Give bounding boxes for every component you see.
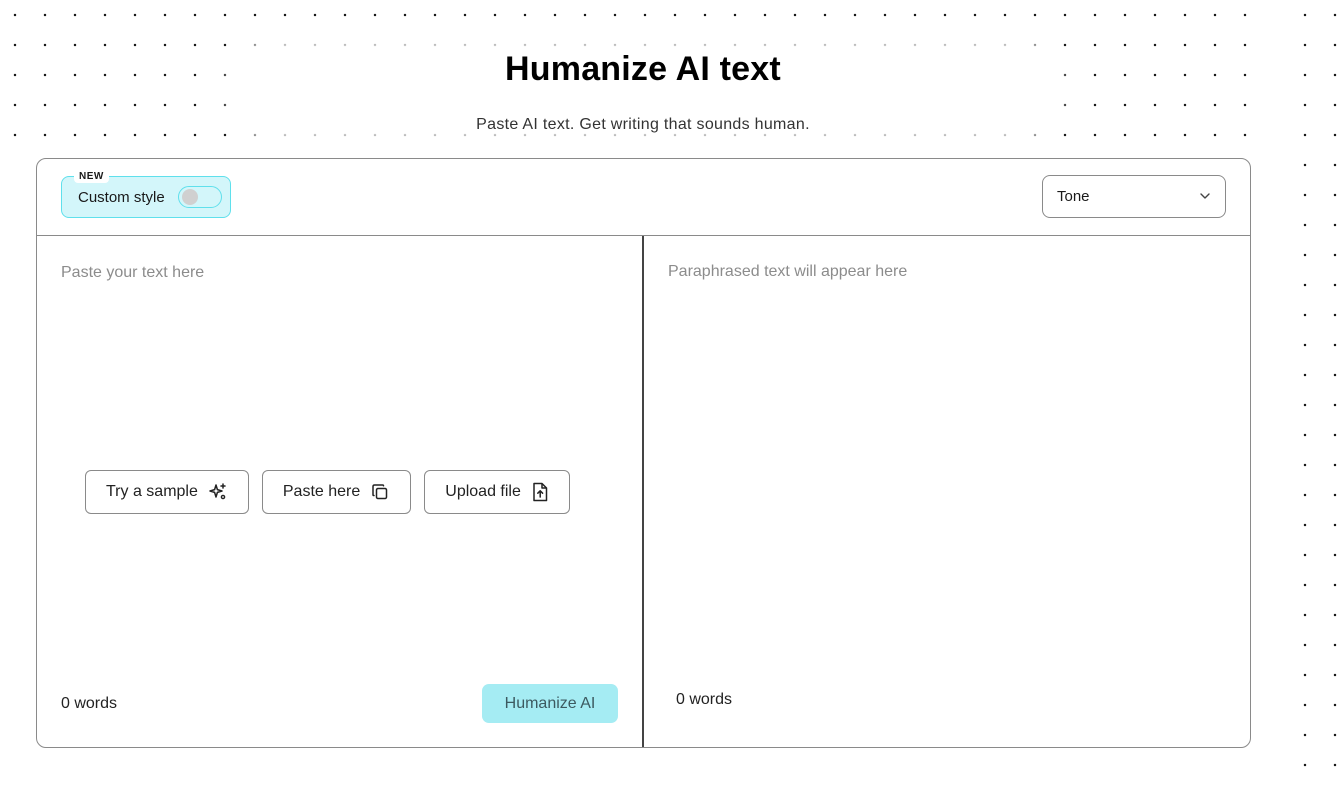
chevron-down-icon	[1199, 190, 1211, 202]
input-actions: Try a sample Paste here Upload file	[85, 470, 570, 514]
page-subtitle: Paste AI text. Get writing that sounds h…	[476, 116, 810, 133]
input-placeholder[interactable]: Paste your text here	[61, 264, 204, 282]
paste-here-label: Paste here	[282, 483, 361, 500]
paste-here-button[interactable]: Paste here	[261, 470, 412, 514]
custom-style-toggle-container[interactable]: NEW Custom style	[61, 170, 231, 218]
humanize-button[interactable]: Humanize AI	[482, 684, 618, 723]
upload-file-label: Upload file	[445, 483, 521, 500]
try-sample-label: Try a sample	[106, 483, 198, 500]
try-sample-button[interactable]: Try a sample	[85, 470, 249, 514]
output-placeholder: Paraphrased text will appear here	[668, 263, 908, 280]
output-pane: Paraphrased text will appear here 0 word…	[644, 236, 1250, 747]
input-pane[interactable]: Paste your text here Try a sample Paste …	[37, 236, 642, 747]
tone-dropdown[interactable]: Tone	[1042, 175, 1226, 218]
custom-style-switch[interactable]	[178, 186, 222, 208]
humanizer-card: NEW Custom style Tone Paste your text he…	[36, 158, 1251, 748]
copy-icon	[370, 482, 390, 502]
custom-style-label: Custom style	[78, 188, 165, 206]
switch-knob	[182, 189, 198, 205]
new-badge: NEW	[74, 170, 109, 183]
tone-label: Tone	[1057, 188, 1090, 205]
file-upload-icon	[531, 482, 549, 502]
output-word-count: 0 words	[676, 691, 733, 708]
sparkles-icon	[208, 482, 228, 502]
upload-file-button[interactable]: Upload file	[424, 470, 570, 514]
input-word-count: 0 words	[61, 695, 118, 712]
card-toolbar: NEW Custom style Tone	[37, 159, 1250, 236]
page-title: Humanize AI text	[505, 50, 781, 88]
